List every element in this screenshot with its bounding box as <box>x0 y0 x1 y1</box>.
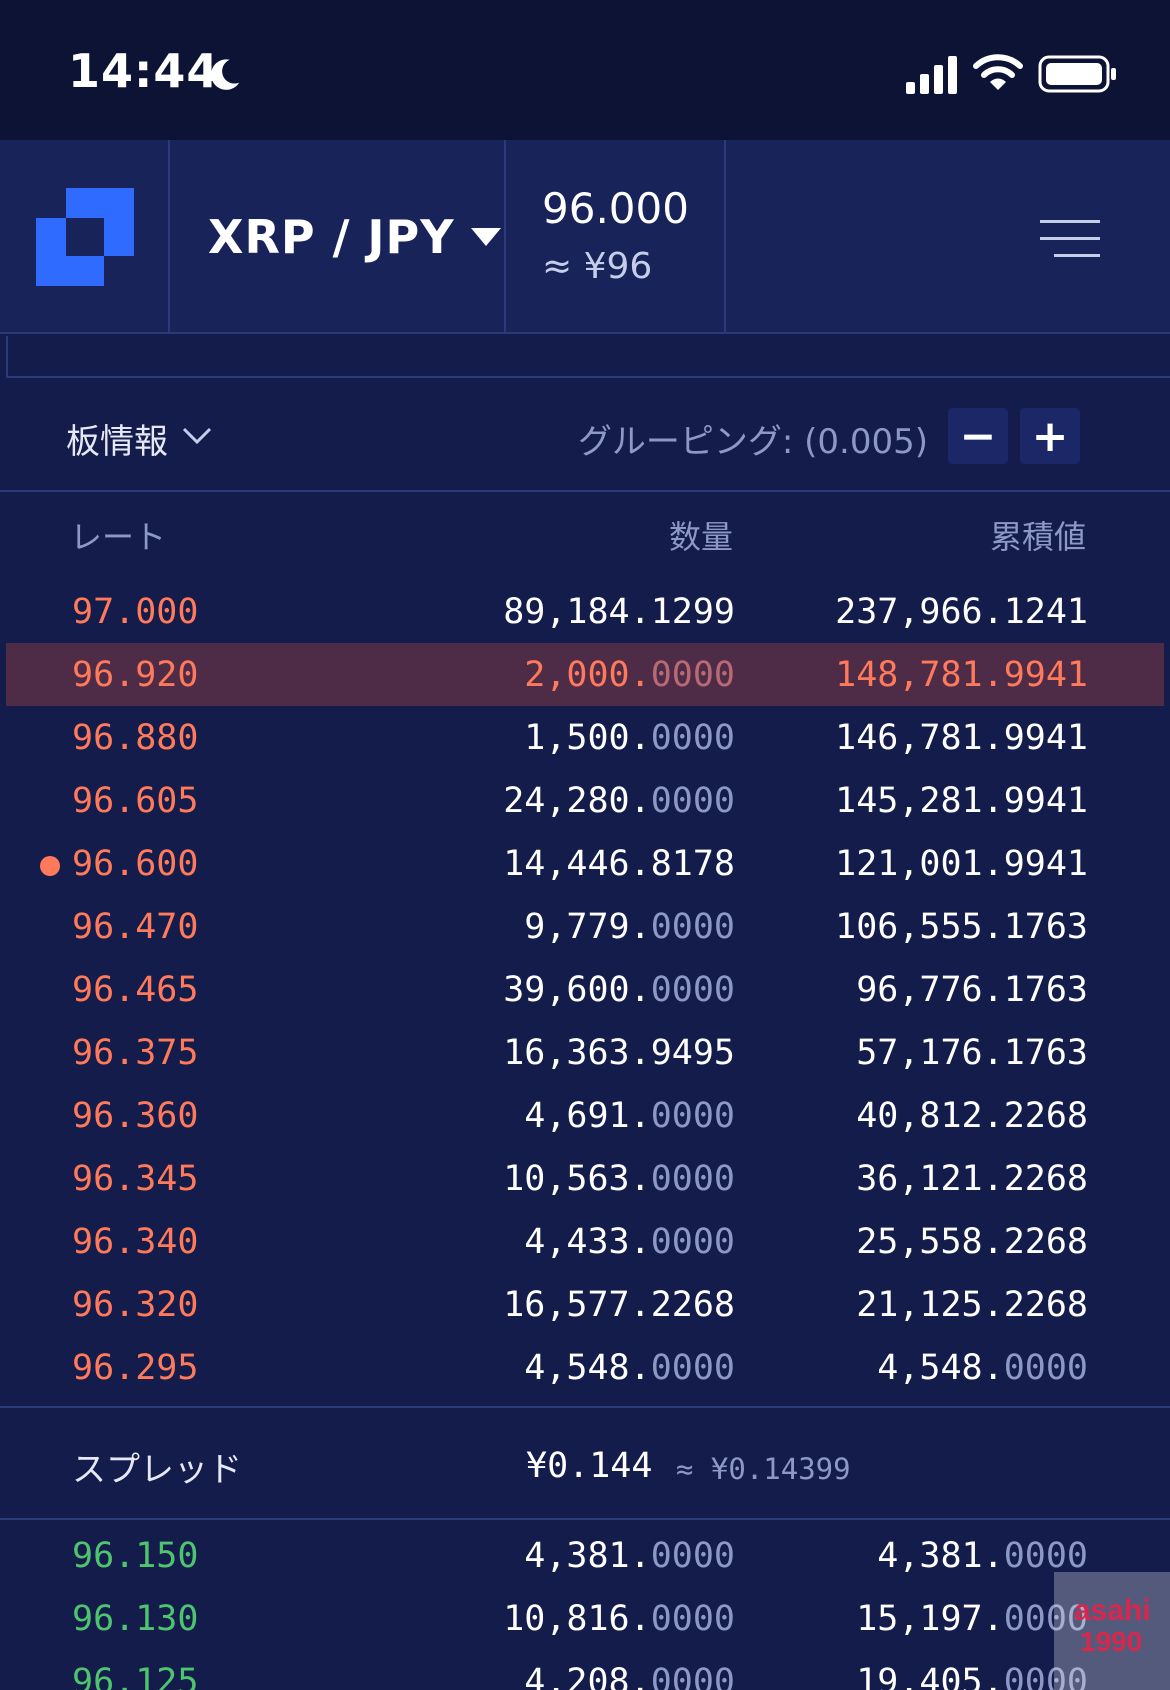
quantity: 24,280.0000 <box>503 781 735 821</box>
cumulative: 148,781.9941 <box>835 655 1088 695</box>
rate: 96.130 <box>72 1599 199 1639</box>
spread-row: スプレッド ¥0.144 ≈ ¥0.14399 <box>0 1406 1170 1520</box>
ask-row[interactable]: 96.320 16,577.2268 21,125.2268 <box>0 1273 1170 1336</box>
bid-row[interactable]: 96.150 4,381.0000 4,381.0000 <box>0 1524 1170 1587</box>
quantity: 39,600.0000 <box>503 970 735 1010</box>
cumulative: 40,812.2268 <box>856 1096 1088 1136</box>
quantity: 16,363.9495 <box>503 1033 735 1073</box>
last-price-jpy: ≈ ¥96 <box>542 246 653 287</box>
logo-box[interactable] <box>0 140 170 334</box>
spread-label: スプレッド <box>72 1450 242 1490</box>
rate: 96.880 <box>72 718 199 758</box>
quantity: 4,208.0000 <box>524 1662 735 1690</box>
ask-row[interactable]: 96.605 24,280.0000 145,281.9941 <box>0 769 1170 832</box>
watermark-line2: 1990 <box>1080 1626 1143 1657</box>
spread-approx: ≈ ¥0.14399 <box>676 1452 851 1486</box>
ask-row[interactable]: 96.295 4,548.0000 4,548.0000 <box>0 1336 1170 1399</box>
spread-value: ¥0.144 <box>526 1446 653 1486</box>
cumulative: 106,555.1763 <box>835 907 1088 947</box>
quantity: 16,577.2268 <box>503 1285 735 1325</box>
orderbook-column-headers: レート 数量 累積値 <box>0 506 1170 576</box>
ask-row[interactable]: 96.345 10,563.0000 36,121.2268 <box>0 1147 1170 1210</box>
quantity: 10,563.0000 <box>503 1159 735 1199</box>
ask-row-highlighted[interactable]: 96.920 2,000.0000 148,781.9941 <box>6 643 1164 706</box>
rate: 96.295 <box>72 1348 199 1388</box>
rate: 96.320 <box>72 1285 199 1325</box>
cumulative: 36,121.2268 <box>856 1159 1088 1199</box>
status-time: 14:44 <box>68 44 220 98</box>
rate: 97.000 <box>72 592 199 632</box>
cumulative: 145,281.9941 <box>835 781 1088 821</box>
ask-rows: 97.000 89,184.1299 237,966.1241 96.920 2… <box>0 580 1170 1399</box>
orderbook-title[interactable]: 板情報 <box>66 414 168 463</box>
last-price: 96.000 <box>542 184 689 233</box>
watermark: asahi 1990 <box>1054 1572 1170 1690</box>
cumulative: 237,966.1241 <box>835 592 1088 632</box>
wifi-icon <box>973 54 1023 90</box>
pair-label: XRP / JPY <box>208 210 455 264</box>
quantity: 89,184.1299 <box>503 592 735 632</box>
rate: 96.150 <box>72 1536 199 1576</box>
grouping-minus-button[interactable]: − <box>948 408 1008 464</box>
grouping-plus-button[interactable]: + <box>1020 408 1080 464</box>
cumulative: 146,781.9941 <box>835 718 1088 758</box>
price-box: 96.000 ≈ ¥96 <box>506 140 726 334</box>
cumulative: 4,381.0000 <box>877 1536 1088 1576</box>
quantity: 14,446.8178 <box>503 844 735 884</box>
cumulative: 57,176.1763 <box>856 1033 1088 1073</box>
header: XRP / JPY 96.000 ≈ ¥96 <box>0 140 1170 334</box>
ask-row[interactable]: 96.465 39,600.0000 96,776.1763 <box>0 958 1170 1021</box>
ask-row[interactable]: 96.340 4,433.0000 25,558.2268 <box>0 1210 1170 1273</box>
quantity: 4,433.0000 <box>524 1222 735 1262</box>
bid-row[interactable]: 96.125 4,208.0000 19,405.0000 <box>0 1650 1170 1690</box>
cumulative: 96,776.1763 <box>856 970 1088 1010</box>
ask-row[interactable]: 96.470 9,779.0000 106,555.1763 <box>0 895 1170 958</box>
ask-row[interactable]: 96.360 4,691.0000 40,812.2268 <box>0 1084 1170 1147</box>
caret-down-icon <box>470 228 501 246</box>
column-cumulative: 累積値 <box>989 518 1086 556</box>
ask-row[interactable]: 97.000 89,184.1299 237,966.1241 <box>0 580 1170 643</box>
battery-icon <box>1038 55 1116 93</box>
rate: 96.920 <box>72 655 199 695</box>
quantity: 2,000.0000 <box>524 655 735 695</box>
quantity: 1,500.0000 <box>524 718 735 758</box>
rate: 96.125 <box>72 1662 199 1690</box>
quantity: 9,779.0000 <box>524 907 735 947</box>
cumulative: 21,125.2268 <box>856 1285 1088 1325</box>
column-quantity: 数量 <box>668 518 733 556</box>
rate: 96.360 <box>72 1096 199 1136</box>
ask-row-own-order[interactable]: 96.600 14,446.8178 121,001.9941 <box>0 832 1170 895</box>
own-order-dot-icon <box>40 856 60 876</box>
grouping-label: グルーピング: (0.005) <box>577 422 928 462</box>
cumulative: 25,558.2268 <box>856 1222 1088 1262</box>
rate: 96.465 <box>72 970 199 1010</box>
moon-icon <box>211 59 240 90</box>
ask-row[interactable]: 96.880 1,500.0000 146,781.9941 <box>0 706 1170 769</box>
menu-icon[interactable] <box>1040 218 1100 260</box>
rate: 96.340 <box>72 1222 199 1262</box>
quantity: 4,548.0000 <box>524 1348 735 1388</box>
quantity: 4,691.0000 <box>524 1096 735 1136</box>
watermark-line1: asahi <box>1074 1594 1151 1627</box>
rate: 96.470 <box>72 907 199 947</box>
signal-icon <box>906 56 957 94</box>
ask-row[interactable]: 96.375 16,363.9495 57,176.1763 <box>0 1021 1170 1084</box>
rate: 96.345 <box>72 1159 199 1199</box>
cumulative: 4,548.0000 <box>877 1348 1088 1388</box>
orderbook-toolbar: 板情報 グルーピング: (0.005) − + <box>0 378 1170 492</box>
cumulative: 121,001.9941 <box>835 844 1088 884</box>
logo-icon <box>36 188 134 286</box>
status-bar: 14:44 <box>0 0 1170 140</box>
chevron-down-icon[interactable] <box>182 426 212 446</box>
rate: 96.605 <box>72 781 199 821</box>
quantity: 10,816.0000 <box>503 1599 735 1639</box>
column-rate: レート <box>70 518 167 556</box>
chart-strip <box>6 336 1170 378</box>
rate: 96.375 <box>72 1033 199 1073</box>
bid-rows: 96.150 4,381.0000 4,381.0000 96.130 10,8… <box>0 1524 1170 1690</box>
pair-selector[interactable]: XRP / JPY <box>170 140 506 334</box>
quantity: 4,381.0000 <box>524 1536 735 1576</box>
bid-row[interactable]: 96.130 10,816.0000 15,197.0000 <box>0 1587 1170 1650</box>
rate: 96.600 <box>72 844 199 884</box>
